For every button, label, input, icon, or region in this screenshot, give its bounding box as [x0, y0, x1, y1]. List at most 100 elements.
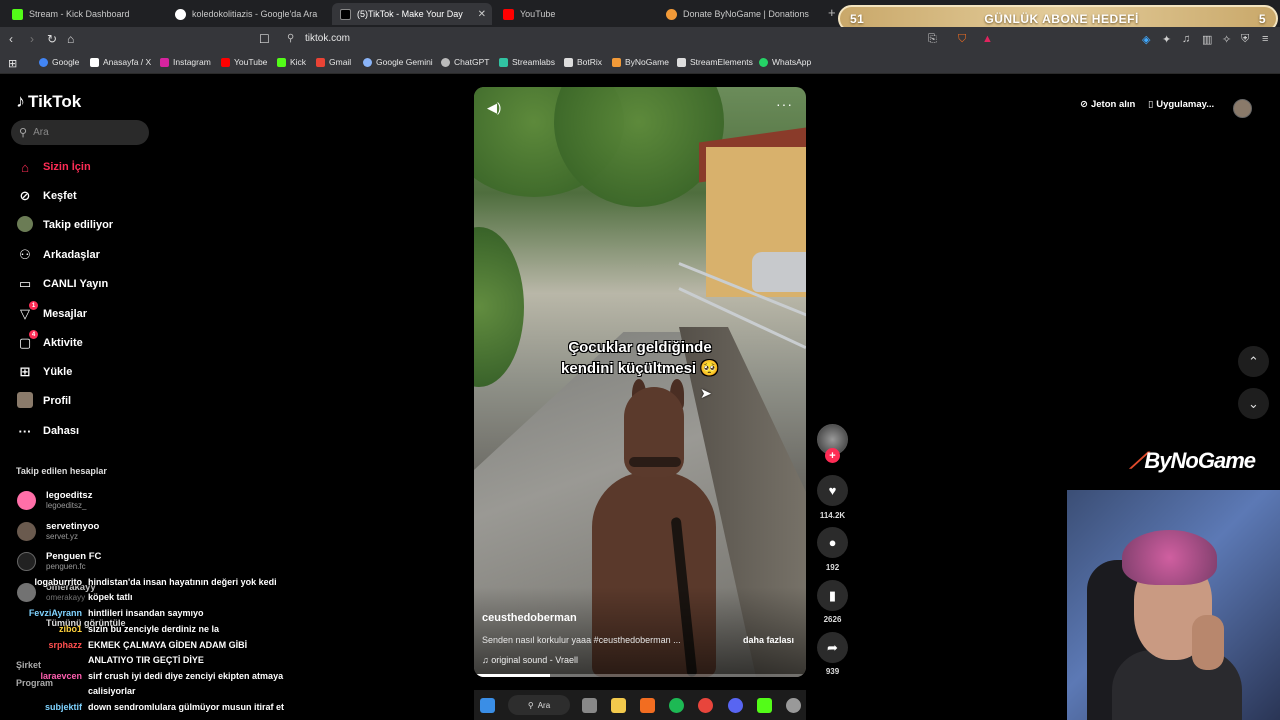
- chat-message: logaburrito hindistan'da insan hayatının …: [34, 577, 277, 587]
- task-view-icon[interactable]: [582, 698, 597, 713]
- bookmark-whatsapp[interactable]: WhatsApp: [759, 57, 811, 67]
- sidebar-item-following[interactable]: Takip ediliyor: [16, 215, 113, 235]
- search-input[interactable]: ⚲ Ara: [11, 120, 149, 145]
- get-coins-button[interactable]: ⊘ Jeton alın: [1080, 99, 1135, 110]
- sidebar-item-friends[interactable]: ⚇ Arkadaşlar: [16, 245, 100, 265]
- tab-kick-dashboard[interactable]: Stream - Kick Dashboard: [4, 3, 164, 25]
- chat-message: zibo1 sizin bu zenciyle derdiniz ne la: [58, 624, 220, 634]
- video-sound[interactable]: ♫ original sound - Vraell: [482, 655, 578, 665]
- brave-icon[interactable]: [640, 698, 655, 713]
- back-icon[interactable]: ‹: [9, 32, 13, 46]
- sidebar-item-for-you[interactable]: ⌂ Sizin İçin: [16, 157, 91, 177]
- volume-icon[interactable]: ◀): [487, 100, 501, 116]
- chat-message: srphazz EKMEK ÇALMAYA GİDEN ADAM GİBİ: [48, 640, 248, 650]
- coin-icon: ⊘: [1080, 99, 1088, 110]
- flame-icon: ⟋: [1130, 448, 1145, 473]
- extensions-icon[interactable]: ✦: [1162, 33, 1171, 46]
- apps-icon[interactable]: ⊞: [8, 57, 17, 70]
- get-app-button[interactable]: ▯ Uygulamay...: [1148, 99, 1214, 110]
- chat-message: laraevcen sirf crush iyi dedi diye zenciy…: [40, 671, 284, 681]
- sidebar-item-explore[interactable]: ⊘ Keşfet: [16, 186, 77, 206]
- tab-title: YouTube: [520, 9, 556, 19]
- bookmark-icon[interactable]: ☐: [259, 32, 270, 46]
- brave-shield-icon[interactable]: ⛉: [958, 33, 966, 46]
- bookmark-instagram[interactable]: Instagram: [160, 57, 211, 67]
- url-field[interactable]: tiktok.com: [305, 33, 350, 44]
- spotify-icon[interactable]: [669, 698, 684, 713]
- see-more-link[interactable]: daha fazlası: [743, 635, 794, 645]
- new-tab-button[interactable]: +: [828, 5, 836, 20]
- bookmark-bynogame[interactable]: ByNoGame: [612, 57, 669, 67]
- bookmark-gmail[interactable]: Gmail: [316, 57, 351, 67]
- user-avatar[interactable]: [1233, 99, 1252, 118]
- music-icon[interactable]: ♫: [1182, 33, 1190, 45]
- brave-rewards-icon[interactable]: ▲: [982, 33, 993, 45]
- tab-bynogame[interactable]: Donate ByNoGame | Donations: [658, 3, 823, 25]
- music-note-icon: ♫: [482, 655, 492, 665]
- taskbar-search[interactable]: ⚲ Ara: [508, 695, 570, 715]
- streamer-webcam: [1067, 490, 1280, 720]
- forward-icon[interactable]: ›: [30, 32, 34, 46]
- address-bar-row: ‹ › ↻ ⌂ ☐ ⚲ tiktok.com ⎘ ⛉ ▲ ◈ ✦ ♫ ▥ ✧ ⛨…: [0, 27, 1280, 53]
- bookmark-kick[interactable]: Kick: [277, 57, 306, 67]
- followed-account[interactable]: servetinyoo servet.yz: [17, 521, 99, 541]
- more-icon: ···: [18, 423, 32, 439]
- comment-button[interactable]: ●: [817, 527, 848, 558]
- next-video-button[interactable]: ⌄: [1238, 388, 1269, 419]
- sidebar-item-upload[interactable]: ⊞ Yükle: [16, 362, 73, 382]
- following-accounts-title: Takip edilen hesaplar: [16, 466, 107, 476]
- followed-account[interactable]: Penguen FC penguen.fc: [17, 551, 101, 571]
- tab-title: koledokolitiazis - Google'da Ara: [192, 9, 318, 19]
- tab-youtube[interactable]: YouTube: [495, 3, 655, 25]
- goal-target: 5: [1258, 11, 1266, 26]
- sidebar-item-messages[interactable]: ▽ 1 Mesajlar: [16, 301, 87, 324]
- share-button[interactable]: ➦: [817, 632, 848, 663]
- obs-icon[interactable]: [786, 698, 801, 713]
- bookmark-gemini[interactable]: Google Gemini: [363, 57, 433, 67]
- followed-account[interactable]: legoeditsz legoeditsz_: [17, 490, 92, 510]
- sidebar-item-activity[interactable]: ▢ 4 Aktivite: [16, 330, 83, 353]
- video-progress-bar[interactable]: [474, 674, 806, 677]
- sidebar-icon[interactable]: ▥: [1202, 33, 1212, 46]
- menu-icon[interactable]: ≡: [1262, 33, 1268, 45]
- bookmark-google[interactable]: Google: [39, 57, 79, 67]
- bookmark-botrix[interactable]: BotRix: [564, 57, 602, 67]
- video-player[interactable]: ◀) ··· Çocuklar geldiğinde kendini küçül…: [474, 87, 806, 677]
- comment-count: 192: [825, 563, 840, 572]
- avatar: [17, 490, 36, 510]
- youtube-icon: [503, 8, 514, 20]
- follow-plus-icon[interactable]: +: [825, 448, 840, 463]
- bookmark-streamelements[interactable]: StreamElements: [677, 57, 753, 67]
- site-info-icon[interactable]: ⚲: [287, 33, 294, 44]
- save-button[interactable]: ▮: [817, 580, 848, 611]
- ai-icon[interactable]: ✧: [1222, 33, 1231, 46]
- kick-icon[interactable]: [757, 698, 772, 713]
- bookmark-youtube[interactable]: YouTube: [221, 57, 267, 67]
- sidebar-item-profile[interactable]: Profil: [16, 391, 71, 411]
- discord-icon[interactable]: [728, 698, 743, 713]
- translate-icon[interactable]: ⎘: [928, 33, 937, 46]
- bookmark-chatgpt[interactable]: ChatGPT: [441, 57, 489, 67]
- vpn-icon[interactable]: ⛨: [1241, 33, 1249, 46]
- home-icon[interactable]: ⌂: [67, 32, 74, 46]
- kick-icon: [12, 8, 23, 20]
- tab-google-search[interactable]: koledokolitiazis - Google'da Ara: [167, 3, 330, 25]
- reload-icon[interactable]: ↻: [47, 32, 57, 46]
- chrome-icon[interactable]: [698, 698, 713, 713]
- chevron-up-icon: ⌃: [1248, 353, 1259, 369]
- sidebar-item-more[interactable]: ··· Dahası: [16, 421, 80, 441]
- video-author[interactable]: ceusthedoberman: [482, 612, 577, 624]
- more-options-icon[interactable]: ···: [776, 96, 793, 112]
- close-tab-icon[interactable]: ✕: [478, 9, 486, 20]
- extension-icon[interactable]: ◈: [1142, 33, 1150, 46]
- windows-start-icon[interactable]: [480, 698, 495, 713]
- previous-video-button[interactable]: ⌃: [1238, 346, 1269, 377]
- tiktok-logo[interactable]: ♪ TikTok: [16, 91, 81, 112]
- bookmark-streamlabs[interactable]: Streamlabs: [499, 57, 555, 67]
- sidebar-item-live[interactable]: ▭ CANLI Yayın: [16, 274, 108, 294]
- file-explorer-icon[interactable]: [611, 698, 626, 713]
- tab-tiktok[interactable]: (5)TikTok - Make Your Day ✕: [332, 3, 492, 25]
- bookmark-x[interactable]: Anasayfa / X: [90, 57, 151, 67]
- chevron-down-icon: ⌄: [1248, 395, 1259, 411]
- like-button[interactable]: ♥: [817, 475, 848, 506]
